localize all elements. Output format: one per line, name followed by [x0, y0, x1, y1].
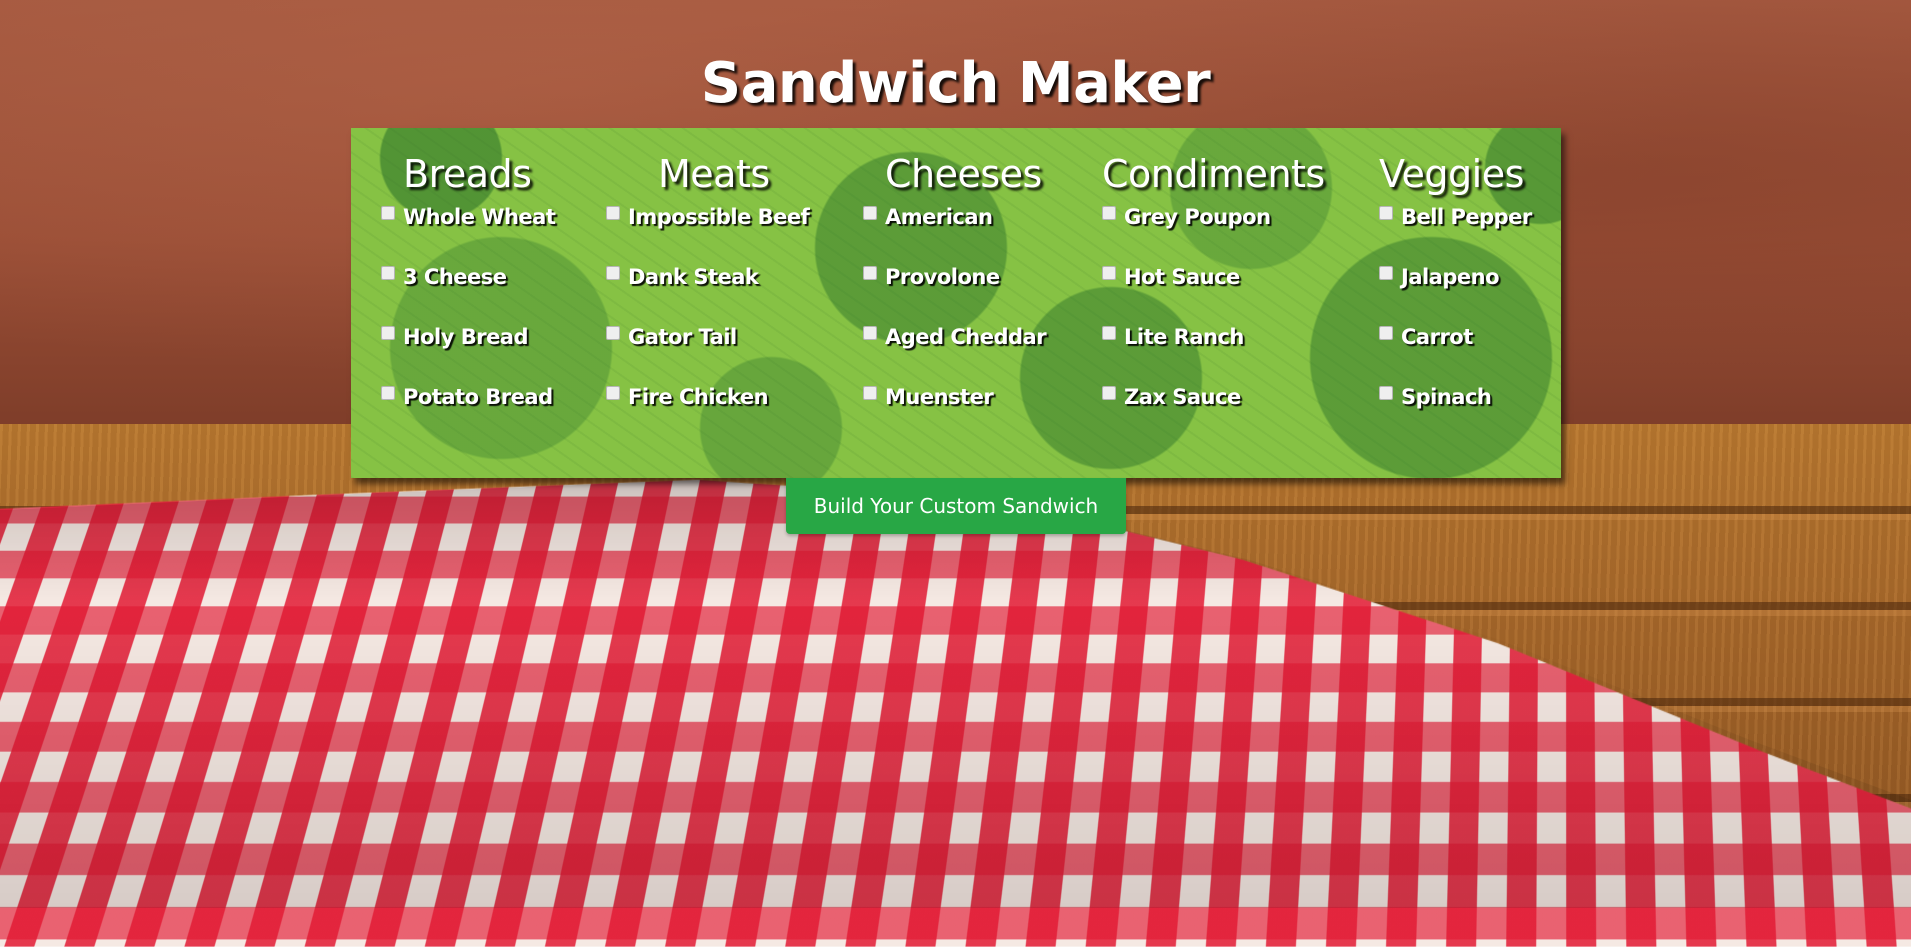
- cheese-checkbox-aged-cheddar[interactable]: [863, 326, 877, 340]
- condiment-checkbox-grey-poupon[interactable]: [1102, 206, 1116, 220]
- bread-checkbox-potato-bread[interactable]: [381, 386, 395, 400]
- veggie-checkbox-carrot[interactable]: [1379, 326, 1393, 340]
- condiment-option-hot-sauce[interactable]: Hot Sauce: [1102, 264, 1325, 324]
- condiments-column: Condiments Grey Poupon Hot Sauce Lite Ra…: [1102, 150, 1325, 444]
- cheese-option-aged-cheddar[interactable]: Aged Cheddar: [863, 324, 1047, 384]
- condiment-checkbox-lite-ranch[interactable]: [1102, 326, 1116, 340]
- meat-checkbox-fire-chicken[interactable]: [606, 386, 620, 400]
- bread-label-potato-bread: Potato Bread: [403, 385, 553, 409]
- bread-option-potato-bread[interactable]: Potato Bread: [381, 384, 555, 444]
- condiment-label-hot-sauce: Hot Sauce: [1124, 265, 1240, 289]
- condiment-option-grey-poupon[interactable]: Grey Poupon: [1102, 204, 1325, 264]
- veggie-option-bell-pepper[interactable]: Bell Pepper: [1379, 204, 1532, 264]
- meats-column: Meats Impossible Beef Dank Steak Gator T…: [606, 150, 810, 444]
- meat-label-fire-chicken: Fire Chicken: [628, 385, 769, 409]
- breads-column: Breads Whole Wheat 3 Cheese Holy Bread P…: [381, 150, 556, 444]
- cheese-label-muenster: Muenster: [885, 385, 994, 409]
- meat-label-dank-steak: Dank Steak: [628, 265, 759, 289]
- cheese-label-american: American: [885, 205, 993, 229]
- bread-option-holy-bread[interactable]: Holy Bread: [381, 324, 555, 384]
- meat-option-dank-steak[interactable]: Dank Steak: [606, 264, 809, 324]
- build-sandwich-button[interactable]: Build Your Custom Sandwich: [786, 478, 1126, 534]
- breads-heading: Breads: [403, 152, 532, 196]
- meat-option-impossible-beef[interactable]: Impossible Beef: [606, 204, 810, 264]
- veggies-heading: Veggies: [1379, 152, 1524, 196]
- cheeses-heading: Cheeses: [885, 152, 1042, 196]
- condiment-option-lite-ranch[interactable]: Lite Ranch: [1102, 324, 1325, 384]
- meat-option-gator-tail[interactable]: Gator Tail: [606, 324, 809, 384]
- meat-checkbox-impossible-beef[interactable]: [606, 206, 620, 220]
- cheese-label-aged-cheddar: Aged Cheddar: [885, 325, 1047, 349]
- veggie-label-bell-pepper: Bell Pepper: [1401, 205, 1532, 229]
- bread-checkbox-3-cheese[interactable]: [381, 266, 395, 280]
- condiment-label-zax-sauce: Zax Sauce: [1124, 385, 1241, 409]
- cheese-label-provolone: Provolone: [885, 265, 1000, 289]
- condiment-label-grey-poupon: Grey Poupon: [1124, 205, 1271, 229]
- veggie-label-jalapeno: Jalapeno: [1401, 265, 1500, 289]
- cheese-checkbox-american[interactable]: [863, 206, 877, 220]
- bread-label-holy-bread: Holy Bread: [403, 325, 529, 349]
- bread-checkbox-holy-bread[interactable]: [381, 326, 395, 340]
- veggie-option-carrot[interactable]: Carrot: [1379, 324, 1532, 384]
- meat-label-impossible-beef: Impossible Beef: [628, 205, 810, 229]
- bread-option-whole-wheat[interactable]: Whole Wheat: [381, 204, 556, 264]
- veggie-checkbox-spinach[interactable]: [1379, 386, 1393, 400]
- cheese-checkbox-muenster[interactable]: [863, 386, 877, 400]
- veggie-label-carrot: Carrot: [1401, 325, 1473, 349]
- cheese-checkbox-provolone[interactable]: [863, 266, 877, 280]
- veggie-checkbox-jalapeno[interactable]: [1379, 266, 1393, 280]
- condiment-option-zax-sauce[interactable]: Zax Sauce: [1102, 384, 1325, 444]
- condiment-label-lite-ranch: Lite Ranch: [1124, 325, 1244, 349]
- veggie-label-spinach: Spinach: [1401, 385, 1492, 409]
- cheese-option-muenster[interactable]: Muenster: [863, 384, 1046, 444]
- cheese-option-american[interactable]: American: [863, 204, 1046, 264]
- page-title: Sandwich Maker: [700, 51, 1211, 116]
- cheese-option-provolone[interactable]: Provolone: [863, 264, 1046, 324]
- veggie-checkbox-bell-pepper[interactable]: [1379, 206, 1393, 220]
- bread-checkbox-whole-wheat[interactable]: [381, 206, 395, 220]
- meat-checkbox-dank-steak[interactable]: [606, 266, 620, 280]
- bread-option-3-cheese[interactable]: 3 Cheese: [381, 264, 555, 324]
- veggie-option-jalapeno[interactable]: Jalapeno: [1379, 264, 1532, 324]
- veggies-column: Veggies Bell Pepper Jalapeno Carrot Spin…: [1379, 150, 1532, 444]
- ingredient-panel: Breads Whole Wheat 3 Cheese Holy Bread P…: [351, 128, 1561, 478]
- meat-option-fire-chicken[interactable]: Fire Chicken: [606, 384, 809, 444]
- condiments-heading: Condiments: [1102, 152, 1325, 196]
- veggie-option-spinach[interactable]: Spinach: [1379, 384, 1532, 444]
- bread-label-3-cheese: 3 Cheese: [403, 265, 507, 289]
- meats-heading: Meats: [658, 152, 770, 196]
- cheeses-column: Cheeses American Provolone Aged Cheddar …: [863, 150, 1047, 444]
- condiment-checkbox-hot-sauce[interactable]: [1102, 266, 1116, 280]
- meat-label-gator-tail: Gator Tail: [628, 325, 737, 349]
- condiment-checkbox-zax-sauce[interactable]: [1102, 386, 1116, 400]
- bread-label-whole-wheat: Whole Wheat: [403, 205, 556, 229]
- meat-checkbox-gator-tail[interactable]: [606, 326, 620, 340]
